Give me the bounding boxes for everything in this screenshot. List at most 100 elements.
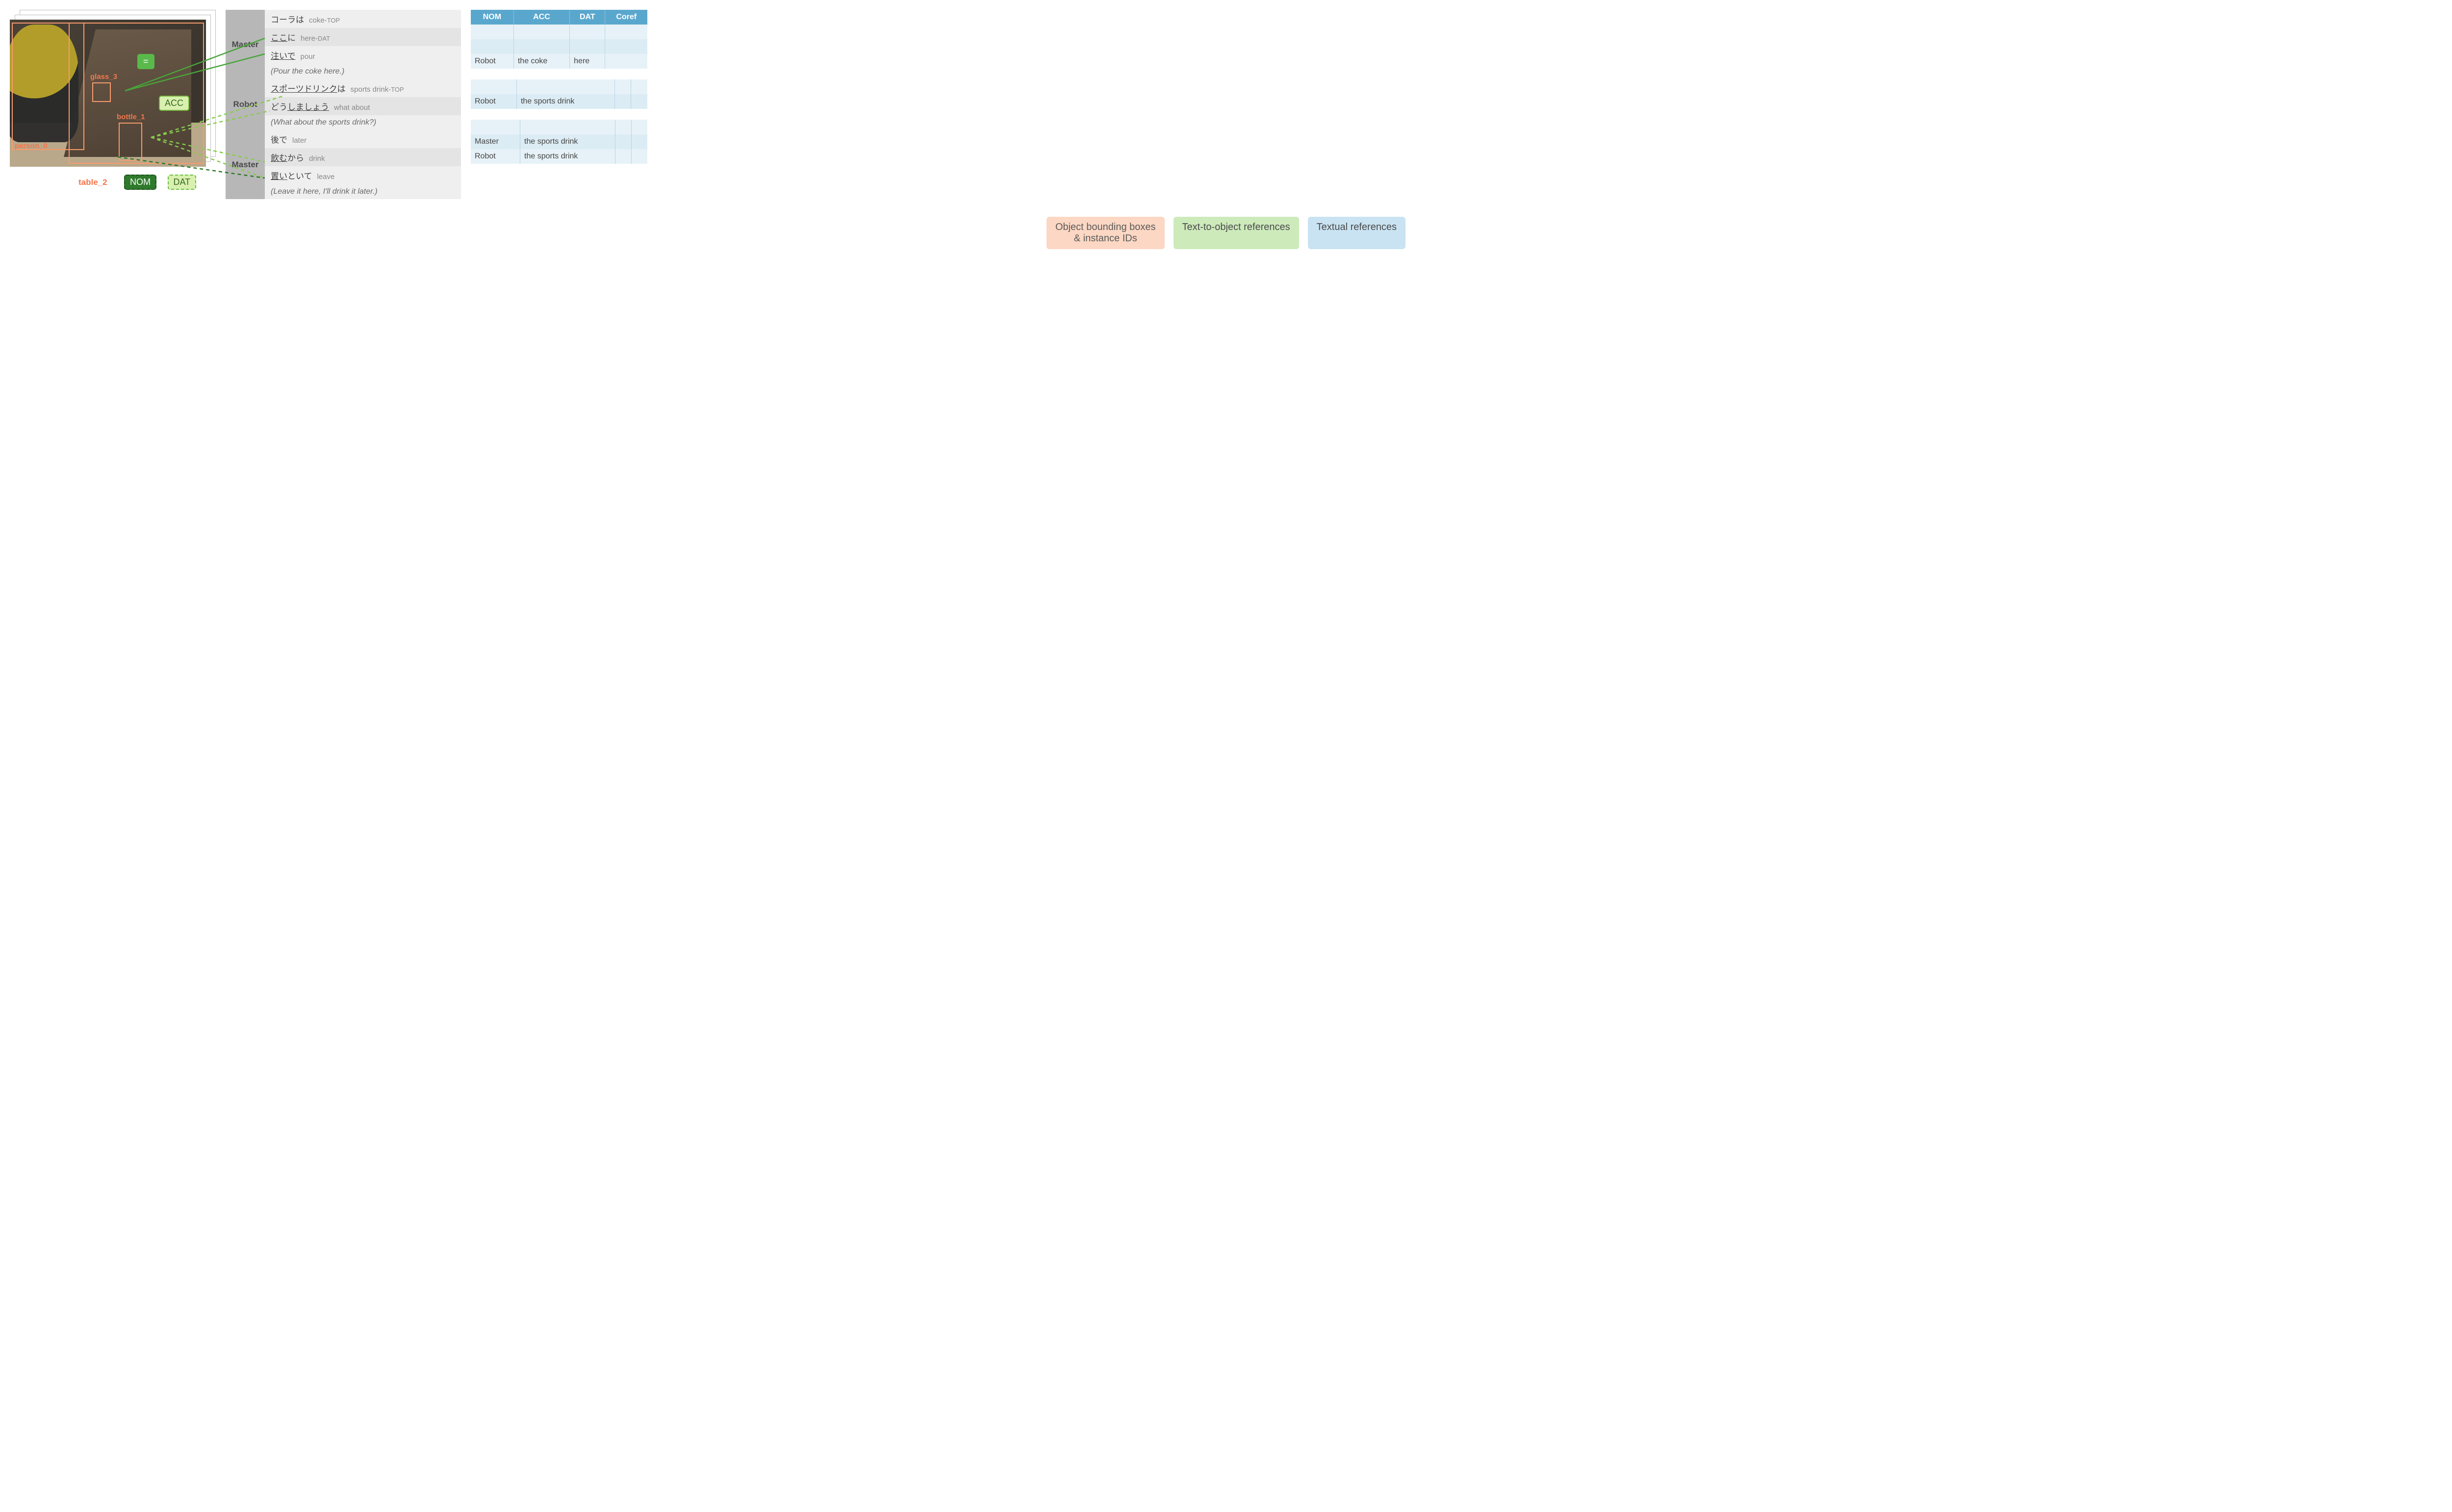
ref-cell-nom — [471, 79, 516, 94]
ref-cell-acc — [513, 39, 569, 54]
image-stack: person_0 glass_3 bottle_1 = ACC — [10, 10, 216, 172]
jp-text: 注いで — [271, 49, 296, 61]
translation: (Pour the coke here.) — [265, 64, 461, 79]
ref-row: Robotthe cokehere — [471, 54, 647, 69]
caption-bbox: Object bounding boxes & instance IDs — [1047, 217, 1165, 249]
tag-dat: DAT — [168, 175, 197, 190]
ref-cell-nom: Robot — [471, 94, 516, 109]
ref-cell-dat — [614, 79, 631, 94]
tag-acc: ACC — [159, 96, 189, 111]
speaker-label: Master — [226, 130, 265, 199]
ref-cell-acc — [520, 120, 615, 134]
translation: (Leave it here, I'll drink it later.) — [265, 184, 461, 199]
ref-header-coref: Coref — [605, 10, 647, 25]
caption-bbox-l2: & instance IDs — [1055, 233, 1156, 244]
ref-cell-dat — [614, 94, 631, 109]
ref-cell-dat — [615, 134, 632, 149]
dialogue-line: コーラは coke-TOP — [265, 10, 461, 28]
ref-cell-coref — [632, 134, 647, 149]
jp-text: 後で — [271, 133, 287, 145]
ref-cell-coref — [605, 54, 647, 69]
ref-row: Robotthe sports drink — [471, 149, 647, 164]
ref-cell-dat — [615, 149, 632, 164]
ref-table: Robotthe sports drink — [471, 79, 647, 109]
ref-row — [471, 79, 647, 94]
ref-cell-nom: Robot — [471, 54, 513, 69]
ref-header-acc: ACC — [513, 10, 569, 25]
dialogue-line: 注いで pour — [265, 46, 461, 64]
dialogue-line: どうしましょうwhat about — [265, 97, 461, 115]
ref-cell-acc — [513, 25, 569, 39]
ref-cell-nom — [471, 39, 513, 54]
gloss-text: pour — [301, 52, 315, 61]
ref-cell-nom: Master — [471, 134, 520, 149]
bbox-person-label: person_0 — [15, 142, 48, 150]
ref-cell-coref — [605, 25, 647, 39]
translation: (What about the sports drink?) — [265, 115, 461, 130]
dialogue-line: ここに here-DAT — [265, 28, 461, 46]
tag-nom: NOM — [124, 175, 156, 190]
ref-cell-coref — [632, 120, 647, 134]
caption-row: Object bounding boxes & instance IDs Tex… — [10, 217, 2442, 249]
ref-cell-coref — [632, 149, 647, 164]
caption-t2o: Text-to-object references — [1174, 217, 1299, 249]
speaker-label: Master — [226, 10, 265, 79]
ref-table: NOMACCDATCoref Robotthe cokehere — [471, 10, 647, 69]
dialogue-column: Master コーラは coke-TOP ここに here-DAT 注いで pour (Pou… — [226, 10, 461, 199]
ref-cell-dat — [570, 25, 605, 39]
figure-root: person_0 glass_3 bottle_1 = ACC table_2 … — [10, 10, 2442, 199]
ref-cell-dat: here — [570, 54, 605, 69]
ref-cell-dat — [615, 120, 632, 134]
ref-cell-acc: the coke — [513, 54, 569, 69]
gloss-text: coke-TOP — [309, 16, 340, 25]
bbox-glass-label: glass_3 — [90, 73, 117, 81]
dialogue-turn: Robot スポーツドリンクは sports drink-TOP どうしましょうwha… — [226, 79, 461, 130]
dialogue-turn: Master コーラは coke-TOP ここに here-DAT 注いで pour (Pou… — [226, 10, 461, 79]
jp-text: コーラは — [271, 13, 304, 25]
ref-cell-coref — [631, 94, 647, 109]
ref-header-dat: DAT — [570, 10, 605, 25]
bbox-bottle: bottle_1 — [119, 123, 142, 161]
ref-cell-nom — [471, 120, 520, 134]
speaker-label: Robot — [226, 79, 265, 130]
bbox-glass: glass_3 — [92, 82, 111, 102]
ref-cell-acc: the sports drink — [520, 134, 615, 149]
dialogue-line: スポーツドリンクは sports drink-TOP — [265, 79, 461, 97]
ref-cell-dat — [570, 39, 605, 54]
ref-cell-coref — [631, 79, 647, 94]
caption-textref: Textual references — [1308, 217, 1405, 249]
bbox-table-label: table_2 — [78, 178, 107, 187]
gloss-text: leave — [317, 173, 335, 181]
jp-text: どうしましょう — [271, 100, 329, 112]
ref-cell-nom — [471, 25, 513, 39]
ref-cell-coref — [605, 39, 647, 54]
gloss-text: later — [292, 136, 306, 145]
ref-row — [471, 120, 647, 134]
dialogue-turn: Master 後で later 飲むから drink 置いといて leave (Leave i… — [226, 130, 461, 199]
ref-table: Masterthe sports drink Robotthe sports d… — [471, 120, 647, 164]
turn-lines: スポーツドリンクは sports drink-TOP どうしましょうwhat abo… — [265, 79, 461, 130]
image-column: person_0 glass_3 bottle_1 = ACC table_2 … — [10, 10, 216, 190]
dialogue-line: 置いといて leave — [265, 166, 461, 184]
ref-row — [471, 25, 647, 39]
jp-text: 置いといて — [271, 169, 312, 181]
jp-text: 飲むから — [271, 151, 304, 163]
turn-lines: コーラは coke-TOP ここに here-DAT 注いで pour (Pour the … — [265, 10, 461, 79]
ref-header-nom: NOM — [471, 10, 513, 25]
dialogue-line: 後で later — [265, 130, 461, 148]
ref-cell-acc: the sports drink — [516, 94, 614, 109]
ref-cell-acc: the sports drink — [520, 149, 615, 164]
bbox-bottle-label: bottle_1 — [117, 113, 145, 121]
gloss-text: sports drink-TOP — [351, 85, 404, 94]
turn-lines: 後で later 飲むから drink 置いといて leave (Leave it here… — [265, 130, 461, 199]
ref-row: Robotthe sports drink — [471, 94, 647, 109]
tag-eq: = — [137, 54, 154, 69]
ref-row: Masterthe sports drink — [471, 134, 647, 149]
dialogue-line: 飲むから drink — [265, 148, 461, 166]
gloss-text: here-DAT — [301, 34, 330, 43]
jp-text: スポーツドリンクは — [271, 82, 346, 94]
ref-row — [471, 39, 647, 54]
tables-column: NOMACCDATCoref Robotthe cokehere Robotth… — [471, 10, 647, 164]
gloss-text: drink — [309, 154, 325, 163]
jp-text: ここに — [271, 31, 296, 43]
